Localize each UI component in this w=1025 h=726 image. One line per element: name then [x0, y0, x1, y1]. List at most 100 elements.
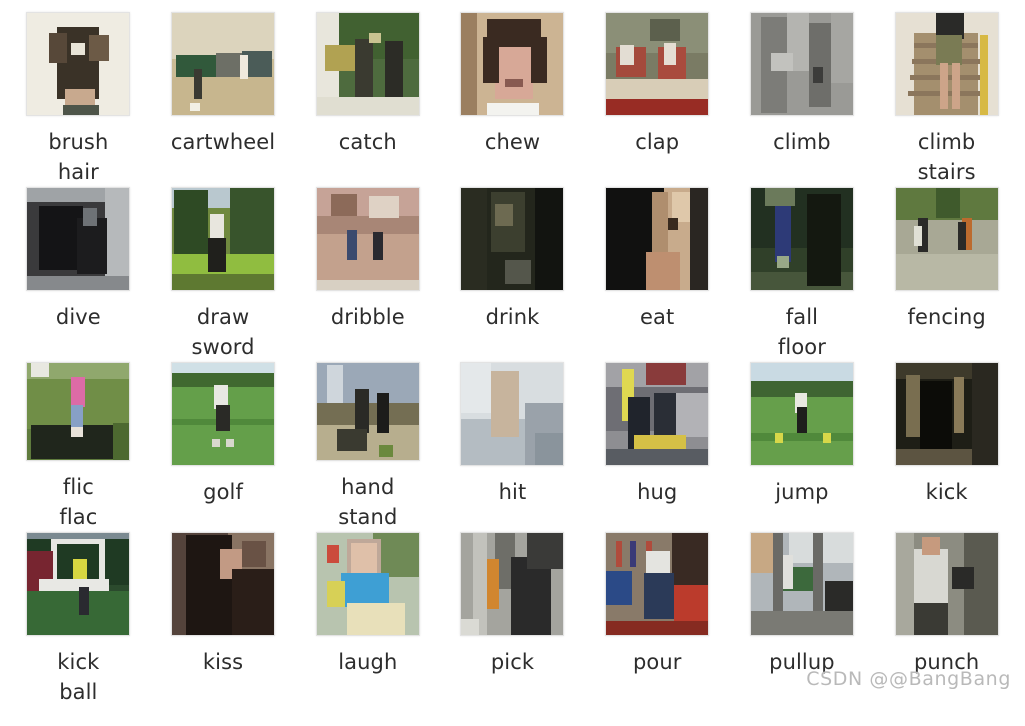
action-class-label: brush hair — [48, 130, 109, 184]
thumbnail-region — [606, 621, 709, 635]
thumbnail-region — [172, 274, 275, 290]
thumbnail-region — [216, 405, 231, 431]
thumbnail-climb-stairs — [894, 12, 999, 116]
action-class-label: dribble — [330, 305, 405, 329]
thumbnail-region — [935, 188, 960, 218]
thumbnail-region — [979, 35, 988, 115]
thumbnail-region — [226, 439, 235, 447]
action-class-grid: brush hair cartwheel catch chew clap climb cli… — [0, 0, 1025, 714]
action-class-label: cartwheel — [170, 130, 276, 154]
action-class-label: chew — [484, 130, 541, 154]
thumbnail-region — [51, 539, 106, 544]
action-class-cell: flic flac — [6, 362, 151, 532]
thumbnail-pullup — [749, 532, 854, 636]
thumbnail-cartwheel — [171, 12, 276, 116]
action-class-cell: climb stairs — [874, 12, 1019, 187]
thumbnail-kick-ball — [26, 532, 131, 636]
action-class-cell: punch — [874, 532, 1019, 726]
thumbnail-hug — [605, 362, 710, 466]
thumbnail-region — [113, 423, 130, 460]
thumbnail-region — [83, 208, 98, 226]
thumbnail-region — [324, 45, 355, 71]
thumbnail-region — [354, 389, 369, 433]
thumbnail-region — [535, 433, 564, 465]
action-class-cell: clap — [585, 12, 730, 187]
thumbnail-region — [782, 555, 793, 589]
action-class-label: golf — [203, 480, 243, 504]
thumbnail-region — [776, 256, 789, 268]
thumbnail-region — [240, 55, 249, 79]
action-class-label: drink — [485, 305, 540, 329]
action-class-cell: draw sword — [151, 187, 296, 362]
thumbnail-region — [808, 23, 831, 107]
thumbnail-region — [461, 363, 492, 413]
thumbnail-fencing — [894, 187, 999, 291]
thumbnail-region — [71, 405, 84, 427]
action-class-label: hit — [498, 480, 527, 504]
action-class-label: climb stairs — [917, 130, 976, 184]
action-class-cell: eat — [585, 187, 730, 362]
thumbnail-region — [774, 433, 783, 443]
thumbnail-region — [316, 280, 419, 290]
thumbnail-region — [668, 218, 679, 230]
thumbnail-region — [531, 37, 548, 83]
thumbnail-region — [796, 407, 807, 433]
action-class-label: kick ball — [57, 650, 100, 704]
thumbnail-region — [505, 260, 532, 284]
thumbnail-region — [208, 238, 227, 272]
action-class-label: laugh — [338, 650, 398, 674]
thumbnail-region — [372, 232, 383, 260]
thumbnail-clap — [605, 12, 710, 116]
thumbnail-region — [212, 439, 221, 447]
thumbnail-region — [646, 252, 681, 290]
action-class-label: clap — [635, 130, 680, 154]
action-class-cell: cartwheel — [151, 12, 296, 187]
thumbnail-punch — [894, 532, 999, 636]
action-class-cell: kiss — [151, 532, 296, 726]
action-class-cell: dive — [6, 187, 151, 362]
thumbnail-region — [951, 63, 960, 109]
thumbnail-region — [630, 541, 637, 567]
thumbnail-region — [806, 194, 841, 286]
action-class-label: catch — [338, 130, 397, 154]
action-class-label: jump — [775, 480, 829, 504]
thumbnail-region — [770, 53, 793, 71]
thumbnail-region — [830, 13, 853, 83]
thumbnail-dive — [26, 187, 131, 291]
action-class-cell: pullup — [730, 532, 875, 726]
action-class-cell: jump — [730, 362, 875, 532]
thumbnail-laugh — [315, 532, 420, 636]
thumbnail-region — [487, 103, 540, 115]
action-class-cell: laugh — [295, 532, 440, 726]
thumbnail-region — [63, 105, 100, 115]
thumbnail-eat — [605, 187, 710, 291]
thumbnail-region — [326, 581, 345, 607]
thumbnail-region — [461, 13, 478, 115]
thumbnail-region — [750, 533, 773, 573]
thumbnail-region — [939, 63, 948, 109]
thumbnail-region — [951, 567, 974, 589]
thumbnail-pour — [605, 532, 710, 636]
thumbnail-region — [340, 573, 389, 607]
thumbnail-region — [646, 363, 687, 385]
thumbnail-region — [953, 377, 964, 433]
thumbnail-region — [77, 218, 108, 274]
action-class-cell: pick — [440, 532, 585, 726]
thumbnail-region — [895, 533, 914, 635]
thumbnail-kick — [894, 362, 999, 466]
thumbnail-region — [690, 188, 709, 290]
thumbnail-region — [378, 445, 393, 457]
thumbnail-region — [495, 204, 514, 226]
thumbnail-pick — [460, 532, 565, 636]
action-class-cell: golf — [151, 362, 296, 532]
thumbnail-region — [957, 222, 966, 250]
thumbnail-region — [49, 33, 68, 63]
action-class-cell: hand stand — [295, 362, 440, 532]
thumbnail-region — [606, 449, 709, 465]
thumbnail-region — [216, 53, 243, 77]
thumbnail-region — [316, 216, 419, 236]
thumbnail-jump — [749, 362, 854, 466]
thumbnail-golf — [171, 362, 276, 466]
thumbnail-brush-hair — [26, 12, 131, 116]
thumbnail-region — [750, 611, 853, 635]
